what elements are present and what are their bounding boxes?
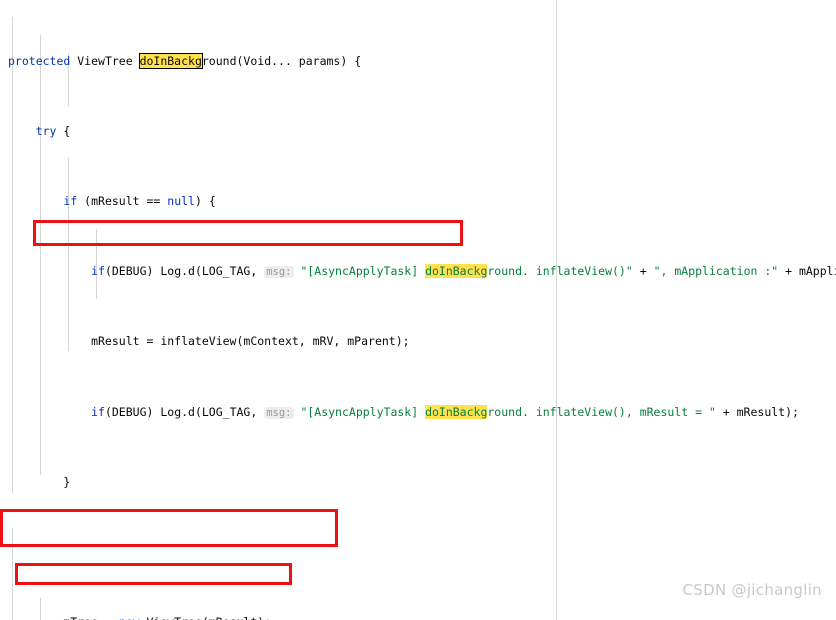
code-lines[interactable]: protected ViewTree doInBackground(Void..…	[0, 0, 836, 620]
code-line-7[interactable]: }	[0, 474, 836, 492]
code-line-6[interactable]: if(DEBUG) Log.d(LOG_TAG, msg: "[AsyncApp…	[0, 404, 836, 422]
code-line-1[interactable]: protected ViewTree doInBackground(Void..…	[0, 52, 836, 71]
watermark: CSDN @jichanglin	[682, 581, 822, 600]
code-editor[interactable]: protected ViewTree doInBackground(Void..…	[0, 0, 836, 620]
code-line-4[interactable]: if(DEBUG) Log.d(LOG_TAG, msg: "[AsyncApp…	[0, 263, 836, 281]
code-line-2[interactable]: try {	[0, 123, 836, 141]
search-match: doInBackg	[425, 264, 488, 279]
code-line-5[interactable]: mResult = inflateView(mContext, mRV, mPa…	[0, 333, 836, 351]
search-match: doInBackg	[425, 404, 488, 419]
code-line-8[interactable]	[0, 544, 836, 562]
parameter-hint: msg:	[264, 266, 294, 279]
parameter-hint: msg:	[264, 406, 294, 419]
code-line-3[interactable]: if (mResult == null) {	[0, 193, 836, 211]
search-match-active: doInBackg	[138, 52, 203, 69]
code-line-9[interactable]: mTree = new ViewTree(mResult);	[0, 614, 836, 620]
